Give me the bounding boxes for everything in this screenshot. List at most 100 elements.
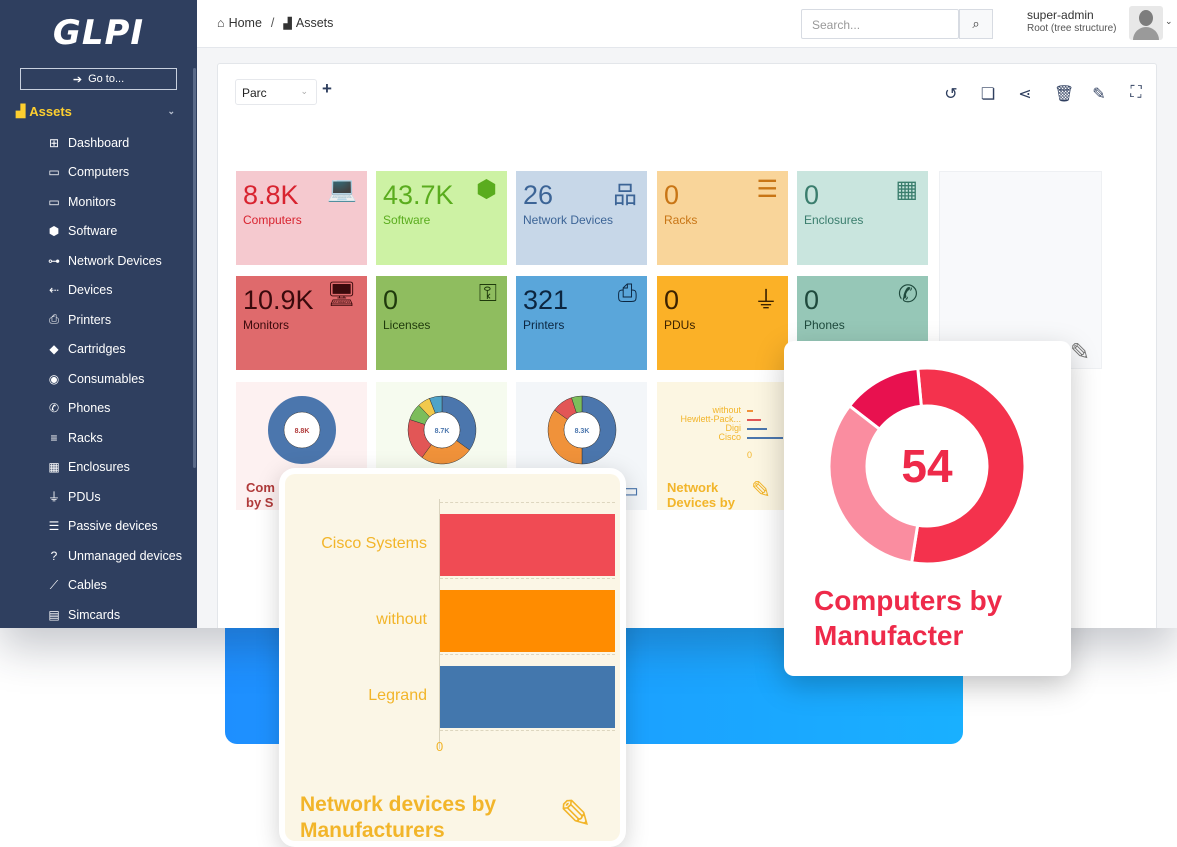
trash-icon[interactable]: 🗑 — [1054, 84, 1074, 104]
donut-center-value: 8.8K — [295, 428, 310, 435]
add-dashboard-button[interactable]: + — [322, 79, 332, 99]
gridline — [440, 578, 615, 579]
stat-card-pdus[interactable]: 0 PDUs ⏚ — [657, 276, 788, 370]
card-title-line: Manufacter — [814, 620, 964, 651]
goto-button[interactable]: ➔ Go to... — [20, 68, 177, 90]
gridline — [440, 730, 615, 731]
stat-card-network-devices[interactable]: 26 Network Devices 品 — [516, 171, 647, 265]
sidebar-item-cartridges[interactable]: ◆ Cartridges — [0, 335, 197, 365]
sidebar-item-phones[interactable]: ✆ Phones — [0, 394, 197, 424]
arrow-right-icon: ➔ — [72, 73, 83, 86]
bar — [440, 514, 615, 576]
bar — [440, 666, 615, 728]
sidebar-item-devices[interactable]: ⇠ Devices — [0, 276, 197, 306]
consumables-icon: ◉ — [48, 371, 60, 386]
question-icon: ? — [50, 548, 58, 563]
goto-label: Go to... — [88, 73, 125, 85]
stat-card-monitors[interactable]: 10.9K Monitors 🖥 — [236, 276, 367, 370]
breadcrumb-home[interactable]: Home — [229, 16, 262, 30]
mini-chart-title: Network Devices by — [667, 480, 735, 510]
edit-icon[interactable]: ✎ — [1091, 84, 1107, 104]
breadcrumb-assets[interactable]: Assets — [296, 16, 334, 30]
phone-icon: ✆ — [897, 281, 918, 308]
search-button[interactable]: ⌕ — [959, 9, 993, 39]
stat-label: Printers — [523, 318, 565, 332]
stat-card-software[interactable]: 43.7K Software ⬢ — [376, 171, 507, 265]
mini-chart-title: Com by S — [246, 480, 275, 510]
stat-card-racks[interactable]: 0 Racks ☰ — [657, 171, 788, 265]
sidebar-item-unmanaged-devices[interactable]: ? Unmanaged devices — [0, 541, 197, 571]
sidebar-section-assets[interactable]: ▟ Assets ⌄ — [0, 100, 197, 122]
cube-icon: ⬢ — [476, 176, 497, 203]
sidebar-item-network-devices[interactable]: ⊶ Network Devices — [0, 246, 197, 276]
user-menu[interactable]: super-admin Root (tree structure) — [1027, 9, 1116, 35]
sidebar-item-label: Software — [68, 224, 118, 239]
mini-chart-title-line: Network — [667, 480, 719, 495]
dashboard-icon: ⊞ — [48, 135, 60, 150]
sidebar-item-software[interactable]: ⬢ Software — [0, 217, 197, 247]
sidebar-nav: ⊞ Dashboard ▭ Computers ▭ Monitors ⬢ Software ⊶ N… — [0, 128, 197, 628]
share-icon[interactable]: ⋖ — [1017, 84, 1033, 104]
sidebar-item-racks[interactable]: ≡ Racks — [0, 423, 197, 453]
edit-icon[interactable]: ✎ — [1070, 338, 1090, 367]
edit-icon[interactable]: ✎ — [751, 476, 771, 505]
fullscreen-icon[interactable]: ⛶ — [1128, 84, 1144, 104]
sidebar-item-monitors[interactable]: ▭ Monitors — [0, 187, 197, 217]
axis-tick: 0 — [747, 450, 753, 460]
stat-card-computers[interactable]: 8.8K Computers 💻 — [236, 171, 367, 265]
gridline — [440, 654, 615, 655]
monitor-icon: 🖥 — [326, 281, 357, 308]
sidebar-section-label: Assets — [29, 103, 72, 119]
chevron-down-icon[interactable]: ⌄ — [1165, 16, 1173, 27]
sidebar-item-simcards[interactable]: ▤ Simcards — [0, 600, 197, 628]
mini-chart-card[interactable]: without Hewlett-Pack... Digi Cisco 0 Network D… — [657, 382, 788, 510]
simcard-icon: ▤ — [48, 607, 60, 622]
stat-card-printers[interactable]: 321 Printers ⎙ — [516, 276, 647, 370]
bar-category-label: without — [376, 611, 427, 628]
breadcrumb-separator: / — [270, 16, 275, 30]
stat-card-licenses[interactable]: 0 Licenses ⚿ — [376, 276, 507, 370]
sidebar-item-passive-devices[interactable]: ☰ Passive devices — [0, 512, 197, 542]
sidebar-item-enclosures[interactable]: ▦ Enclosures — [0, 453, 197, 483]
avatar[interactable] — [1129, 6, 1163, 40]
sidebar-item-label: Unmanaged devices — [68, 548, 182, 563]
sidebar-item-computers[interactable]: ▭ Computers — [0, 158, 197, 188]
dashboard-toolbar: ↺ ❏ ⋖ 🗑 ✎ ⛶ — [943, 84, 1144, 104]
sidebar-item-label: Devices — [68, 283, 113, 298]
dashboard-select-value: Parc — [242, 86, 267, 100]
history-icon[interactable]: ↺ — [943, 84, 959, 104]
bar-category-label: Cisco Systems — [321, 535, 427, 552]
rack-icon: ≡ — [50, 430, 58, 445]
plug-icon: ⏚ — [754, 287, 778, 314]
sidebar-item-cables[interactable]: ⟋ Cables — [0, 571, 197, 601]
card-title-line: Computers by — [814, 585, 1003, 616]
key-icon: ⚿ — [478, 280, 497, 307]
card-title: Network devices by Manufacturers — [300, 792, 496, 841]
clone-icon[interactable]: ❏ — [980, 84, 996, 104]
sidebar-item-dashboard[interactable]: ⊞ Dashboard — [0, 128, 197, 158]
legend-label: Cisco — [718, 432, 741, 442]
computer-icon: ▭ — [48, 165, 60, 180]
sidebar-scrollbar[interactable] — [193, 68, 196, 468]
mini-legend: without Hewlett-Pack... Digi Cisco — [661, 406, 741, 442]
search-input[interactable]: Search... — [801, 9, 959, 39]
sidebar-item-consumables[interactable]: ◉ Consumables — [0, 364, 197, 394]
sidebar: GLPI ➔ Go to... ▟ Assets ⌄ ⊞ Dashboard ▭ Co… — [0, 0, 197, 628]
sidebar-item-printers[interactable]: ⎙ Printers — [0, 305, 197, 335]
stat-label: PDUs — [664, 318, 696, 332]
sidebar-item-pdus[interactable]: ⏚ PDUs — [0, 482, 197, 512]
dashboard-select[interactable]: Parc ⌄ — [235, 79, 317, 105]
monitor-icon: ▭ — [48, 194, 60, 209]
stat-label: Computers — [243, 213, 302, 227]
mini-bar — [747, 437, 783, 439]
devices-icon: ⇠ — [48, 283, 60, 298]
mini-chart-title-line: Com — [246, 480, 275, 495]
grid-icon: ▦ — [895, 176, 918, 203]
stat-card-enclosures[interactable]: 0 Enclosures ▦ — [797, 171, 928, 265]
donut-center-value: 8.3K — [575, 428, 590, 435]
bar-category-label: Legrand — [368, 687, 427, 704]
edit-icon[interactable]: ✎ — [559, 792, 593, 838]
cable-icon: ⟋ — [49, 577, 59, 592]
sidebar-item-label: Computers — [68, 165, 130, 180]
glpi-logo[interactable]: GLPI — [0, 0, 197, 66]
